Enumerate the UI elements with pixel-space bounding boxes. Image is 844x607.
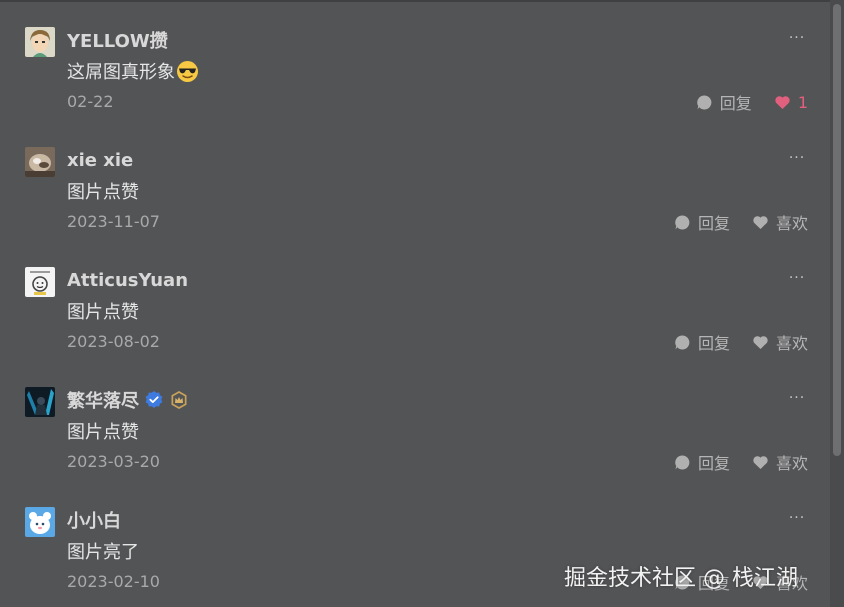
more-options-button[interactable]: ··· <box>786 388 808 408</box>
avatar[interactable] <box>25 27 55 57</box>
comment-content: 图片点赞 <box>67 178 139 204</box>
heart-icon <box>752 214 769 231</box>
like-button[interactable]: 喜欢 <box>752 450 808 474</box>
comment-bubble-icon <box>696 94 713 111</box>
avatar[interactable] <box>25 507 55 537</box>
like-label: 喜欢 <box>775 454 808 473</box>
heart-icon <box>752 334 769 351</box>
avatar[interactable] <box>25 387 55 417</box>
more-options-button[interactable]: ··· <box>786 148 808 168</box>
comment-actions: 回复 喜欢 <box>674 451 808 473</box>
comment-item: xie xie 图片点赞 2023-11-07 ··· 回复 喜欢 <box>0 120 830 240</box>
comment-bubble-icon <box>674 334 691 351</box>
reply-button[interactable]: 回复 <box>674 210 730 234</box>
comment-actions: 回复 喜欢 <box>674 211 808 233</box>
verified-badge-icon <box>144 390 164 410</box>
avatar[interactable] <box>25 267 55 297</box>
watermark: 掘金技术社区 @ 栈江湖 <box>564 566 798 591</box>
comment-date: 2023-11-07 <box>67 212 160 231</box>
scrollbar[interactable] <box>830 0 844 607</box>
username[interactable]: AtticusYuan <box>67 270 188 291</box>
comment-date: 02-22 <box>67 92 114 111</box>
like-button[interactable]: 喜欢 <box>752 210 808 234</box>
comment-content: 这屌图真形象 <box>67 58 199 84</box>
like-label: 喜欢 <box>775 214 808 233</box>
like-label: 喜欢 <box>775 334 808 353</box>
comment-text: 图片点赞 <box>67 302 139 323</box>
comment-date: 2023-02-10 <box>67 572 160 591</box>
comment-date: 2023-03-20 <box>67 452 160 471</box>
comment-text: 图片亮了 <box>67 542 139 563</box>
reply-button[interactable]: 回复 <box>674 330 730 354</box>
scrollbar-thumb[interactable] <box>833 4 841 456</box>
comment-content: 图片点赞 <box>67 418 139 444</box>
comment-item: YELLOW攒 这屌图真形象 02-22 ··· 回复 1 <box>0 0 830 120</box>
username[interactable]: xie xie <box>67 150 133 171</box>
comment-actions: 回复 喜欢 <box>674 331 808 353</box>
comment-item: 繁华落尽 图片点赞 2023-03-20 ··· 回复 喜欢 <box>0 360 830 480</box>
comment-text: 这屌图真形象 <box>67 62 175 83</box>
more-options-button[interactable]: ··· <box>786 268 808 288</box>
reply-label: 回复 <box>697 454 730 473</box>
reply-button[interactable]: 回复 <box>674 450 730 474</box>
comment-content: 图片亮了 <box>67 538 139 564</box>
username[interactable]: 繁华落尽 <box>67 387 139 413</box>
comment-actions: 回复 1 <box>696 91 808 113</box>
like-button[interactable]: 喜欢 <box>752 330 808 354</box>
reply-label: 回复 <box>719 94 752 113</box>
comment-item: AtticusYuan 图片点赞 2023-08-02 ··· 回复 喜欢 <box>0 240 830 360</box>
username[interactable]: YELLOW攒 <box>67 27 168 53</box>
comment-content: 图片点赞 <box>67 298 139 324</box>
reply-label: 回复 <box>697 334 730 353</box>
avatar[interactable] <box>25 147 55 177</box>
more-options-button[interactable]: ··· <box>786 28 808 48</box>
like-count: 1 <box>797 92 808 112</box>
comment-date: 2023-08-02 <box>67 332 160 351</box>
reply-label: 回复 <box>697 214 730 233</box>
heart-icon <box>752 454 769 471</box>
comment-bubble-icon <box>674 454 691 471</box>
comment-list: YELLOW攒 这屌图真形象 02-22 ··· 回复 1 xie xie 图片… <box>0 0 830 607</box>
username[interactable]: 小小白 <box>67 507 121 533</box>
heart-icon <box>774 94 791 111</box>
reply-button[interactable]: 回复 <box>696 90 752 114</box>
comment-text: 图片点赞 <box>67 182 139 203</box>
comment-text: 图片点赞 <box>67 422 139 443</box>
sunglasses-emoji-icon <box>176 60 199 83</box>
like-button[interactable]: 1 <box>774 93 808 112</box>
level-crown-badge-icon <box>169 390 189 410</box>
comment-bubble-icon <box>674 214 691 231</box>
more-options-button[interactable]: ··· <box>786 508 808 528</box>
